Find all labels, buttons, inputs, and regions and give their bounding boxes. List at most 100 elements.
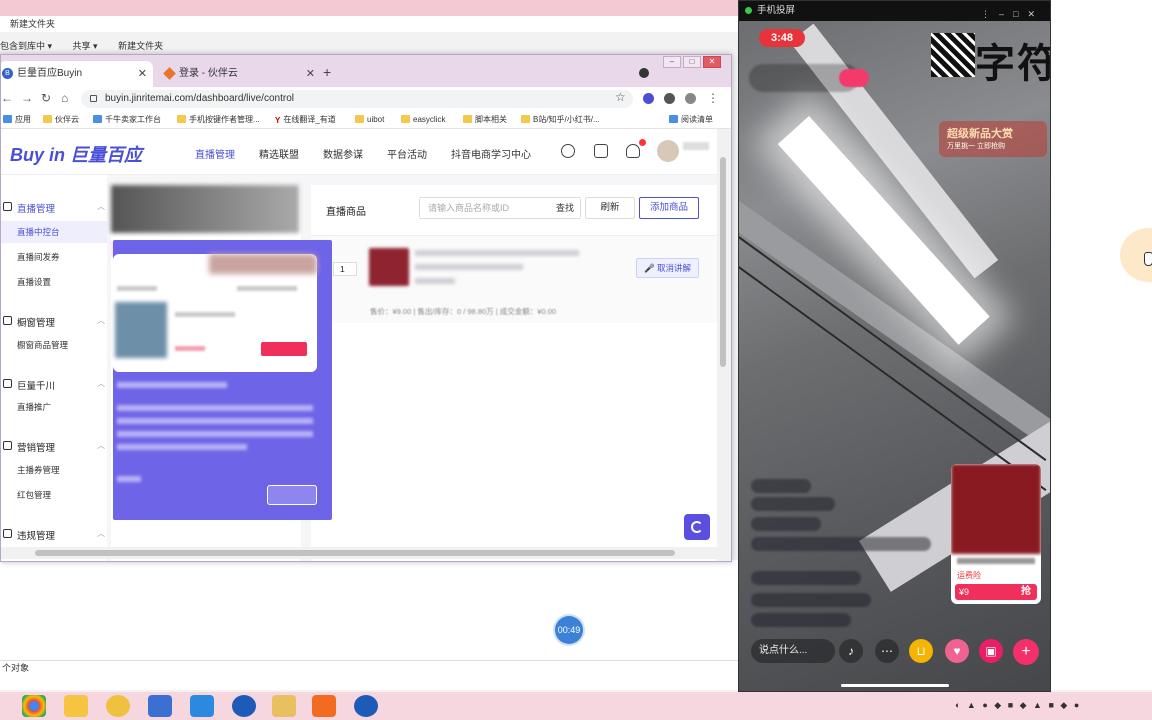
sidebar-item-anchor-coupon[interactable]: 主播券管理 xyxy=(1,459,107,481)
user-name-blurred xyxy=(683,142,709,150)
vertical-scrollbar[interactable] xyxy=(717,129,731,561)
puzzle-icon[interactable] xyxy=(664,93,675,104)
new-tab-icon[interactable]: + xyxy=(323,64,331,80)
bell-icon[interactable] xyxy=(626,144,640,158)
sidebar-item-live-coupon[interactable]: 直播间发券 xyxy=(1,246,107,268)
menu-dots-icon[interactable]: ⋮ xyxy=(707,91,719,105)
guide-demo-card xyxy=(113,254,317,372)
scroll-thumb[interactable] xyxy=(720,157,726,367)
minimize-icon[interactable]: – xyxy=(663,56,681,68)
app-taskbar-icon[interactable] xyxy=(106,695,130,717)
goods-search-input[interactable]: 请输入商品名称或ID 查找 xyxy=(419,197,581,219)
guide-ok-button[interactable] xyxy=(267,485,317,505)
sidebar-group-live[interactable]: 直播管理 ︿ xyxy=(1,201,107,215)
system-tray[interactable]: ◐ ▲ ● ◆ ■ ◆ ▲ ■ ◆ ● xyxy=(955,700,1081,711)
scroll-thumb[interactable] xyxy=(35,550,675,556)
home-indicator[interactable] xyxy=(841,684,949,687)
comment-input[interactable]: 说点什么... xyxy=(751,639,835,663)
app-taskbar-icon[interactable] xyxy=(190,695,214,717)
nav-activity[interactable]: 平台活动 xyxy=(387,146,427,161)
explorer-share[interactable]: 共享 ▾ xyxy=(73,38,98,54)
sidebar: 直播管理 ︿ 直播中控台 直播间发券 直播设置 橱窗管理 ︿ 橱窗商品管理 巨量… xyxy=(1,175,107,561)
app-taskbar-icon[interactable] xyxy=(64,695,88,717)
cancel-explain-button[interactable]: 🎤 取消讲解 xyxy=(636,258,699,278)
bookmark-phone-script[interactable]: 手机按键作者管理... xyxy=(177,111,260,129)
customer-service-button[interactable] xyxy=(684,514,710,540)
nav-learning-center[interactable]: 抖音电商学习中心 xyxy=(451,146,531,161)
gift-icon[interactable]: ▣ xyxy=(979,639,1003,663)
cart-icon[interactable]: ⊔ xyxy=(909,639,933,663)
folder-taskbar-icon[interactable] xyxy=(272,695,296,717)
remote-desktop-taskbar-icon[interactable] xyxy=(148,695,172,717)
back-icon[interactable]: ← xyxy=(1,91,13,105)
reading-list[interactable]: 阅读清单 xyxy=(669,111,713,129)
nav-alliance[interactable]: 精选联盟 xyxy=(259,146,299,161)
chevron-up-icon: ︿ xyxy=(97,379,105,388)
sidebar-group-window[interactable]: 橱窗管理 ︿ xyxy=(1,315,107,329)
timer-bubble[interactable]: 00:49 xyxy=(555,616,583,644)
nav-data[interactable]: 数据参谋 xyxy=(323,146,363,161)
sidebar-item-window-goods[interactable]: 橱窗商品管理 xyxy=(1,334,107,356)
tab-buyin[interactable]: B 巨量百应Buyin ✕ xyxy=(1,61,153,87)
tab-close-icon[interactable]: ✕ xyxy=(306,61,315,87)
horizontal-scrollbar[interactable] xyxy=(1,547,717,559)
add-goods-button[interactable]: 添加商品 xyxy=(639,197,699,219)
refresh-button[interactable]: 刷新 xyxy=(585,197,635,219)
maximize-icon[interactable]: □ xyxy=(683,56,701,68)
sidebar-group-marketing[interactable]: 营销管理 ︿ xyxy=(1,440,107,454)
chat-line xyxy=(751,479,811,493)
avatar[interactable] xyxy=(657,140,679,162)
bookmark-scripts[interactable]: 脚本相关 xyxy=(463,111,507,129)
close-window-icon[interactable]: ✕ xyxy=(703,56,721,68)
forward-icon[interactable]: → xyxy=(21,91,33,105)
chrome-taskbar-icon[interactable] xyxy=(22,695,46,717)
more-icon[interactable]: ⋯ xyxy=(875,639,899,663)
follow-button[interactable] xyxy=(839,69,869,87)
add-icon[interactable]: + xyxy=(1013,639,1039,665)
profile-icon[interactable] xyxy=(685,93,696,104)
explorer-new-folder[interactable]: 新建文件夹 xyxy=(118,38,163,54)
bookmark-star-icon[interactable]: ☆ xyxy=(615,90,626,104)
bookmark-easyclick[interactable]: easyclick xyxy=(401,111,445,129)
product-price-bar[interactable]: ¥9 抢 xyxy=(955,584,1037,600)
goods-index-input[interactable]: 1 xyxy=(333,262,357,276)
bookmark-apps[interactable]: 应用 xyxy=(3,111,31,129)
settings-icon[interactable] xyxy=(561,144,575,158)
message-icon[interactable] xyxy=(594,144,608,158)
sidebar-item-redpacket[interactable]: 红包管理 xyxy=(1,484,107,506)
sidebar-item-live-control[interactable]: 直播中控台 xyxy=(1,221,107,243)
promo-banner[interactable]: 超级新品大赏 万里挑一 立即抢购 xyxy=(939,121,1047,157)
tab-huobanyun[interactable]: 登录 - 伙伴云 ✕ xyxy=(161,61,321,87)
explorer-include-library[interactable]: 包含到库中 ▾ xyxy=(0,38,52,54)
bookmark-youdao[interactable]: Y 在线翻译_有道 xyxy=(275,111,336,129)
search-button[interactable]: 查找 xyxy=(556,198,574,218)
url-field[interactable]: buyin.jinritemai.com/dashboard/live/cont… xyxy=(81,90,633,108)
reload-icon[interactable]: ↻ xyxy=(41,91,51,105)
live-product-card[interactable]: 运费险 ¥9 抢 xyxy=(951,464,1041,604)
sidebar-item-live-promo[interactable]: 直播推广 xyxy=(1,396,107,418)
notification-badge xyxy=(639,139,646,146)
tab-search-icon[interactable] xyxy=(639,68,649,78)
headset-icon xyxy=(691,521,703,533)
bookmark-huobanyun[interactable]: 伙伴云 xyxy=(43,111,79,129)
home-icon[interactable]: ⌂ xyxy=(61,91,68,105)
tab-label: 巨量百应Buyin xyxy=(17,68,83,79)
chevron-up-icon: ︿ xyxy=(97,202,105,211)
extension-icon[interactable] xyxy=(643,93,654,104)
uibot-taskbar-icon[interactable] xyxy=(232,695,256,717)
mic-icon[interactable]: ♪ xyxy=(839,639,863,663)
like-icon[interactable]: ♥ xyxy=(945,639,969,663)
bookmark-bilibili[interactable]: B站/知乎/小红书/... xyxy=(521,111,600,129)
bookmark-qianniu[interactable]: 千牛卖家工作台 xyxy=(93,111,161,129)
sidebar-group-violation[interactable]: 违规管理 ︿ xyxy=(1,528,107,542)
tab-close-icon[interactable]: ✕ xyxy=(138,61,147,87)
uibot-taskbar-icon[interactable] xyxy=(354,695,378,717)
nav-live-management[interactable]: 直播管理 xyxy=(195,146,235,161)
chevron-up-icon: ︿ xyxy=(97,316,105,325)
bookmark-uibot[interactable]: uibot xyxy=(355,111,384,129)
buyin-logo[interactable]: Buy in 巨量百应 xyxy=(10,141,142,167)
guide-text-blurred xyxy=(117,418,313,424)
sidebar-item-live-settings[interactable]: 直播设置 xyxy=(1,271,107,293)
app-taskbar-icon[interactable] xyxy=(312,695,336,717)
sidebar-group-qianchuan[interactable]: 巨量千川 ︿ xyxy=(1,378,107,392)
